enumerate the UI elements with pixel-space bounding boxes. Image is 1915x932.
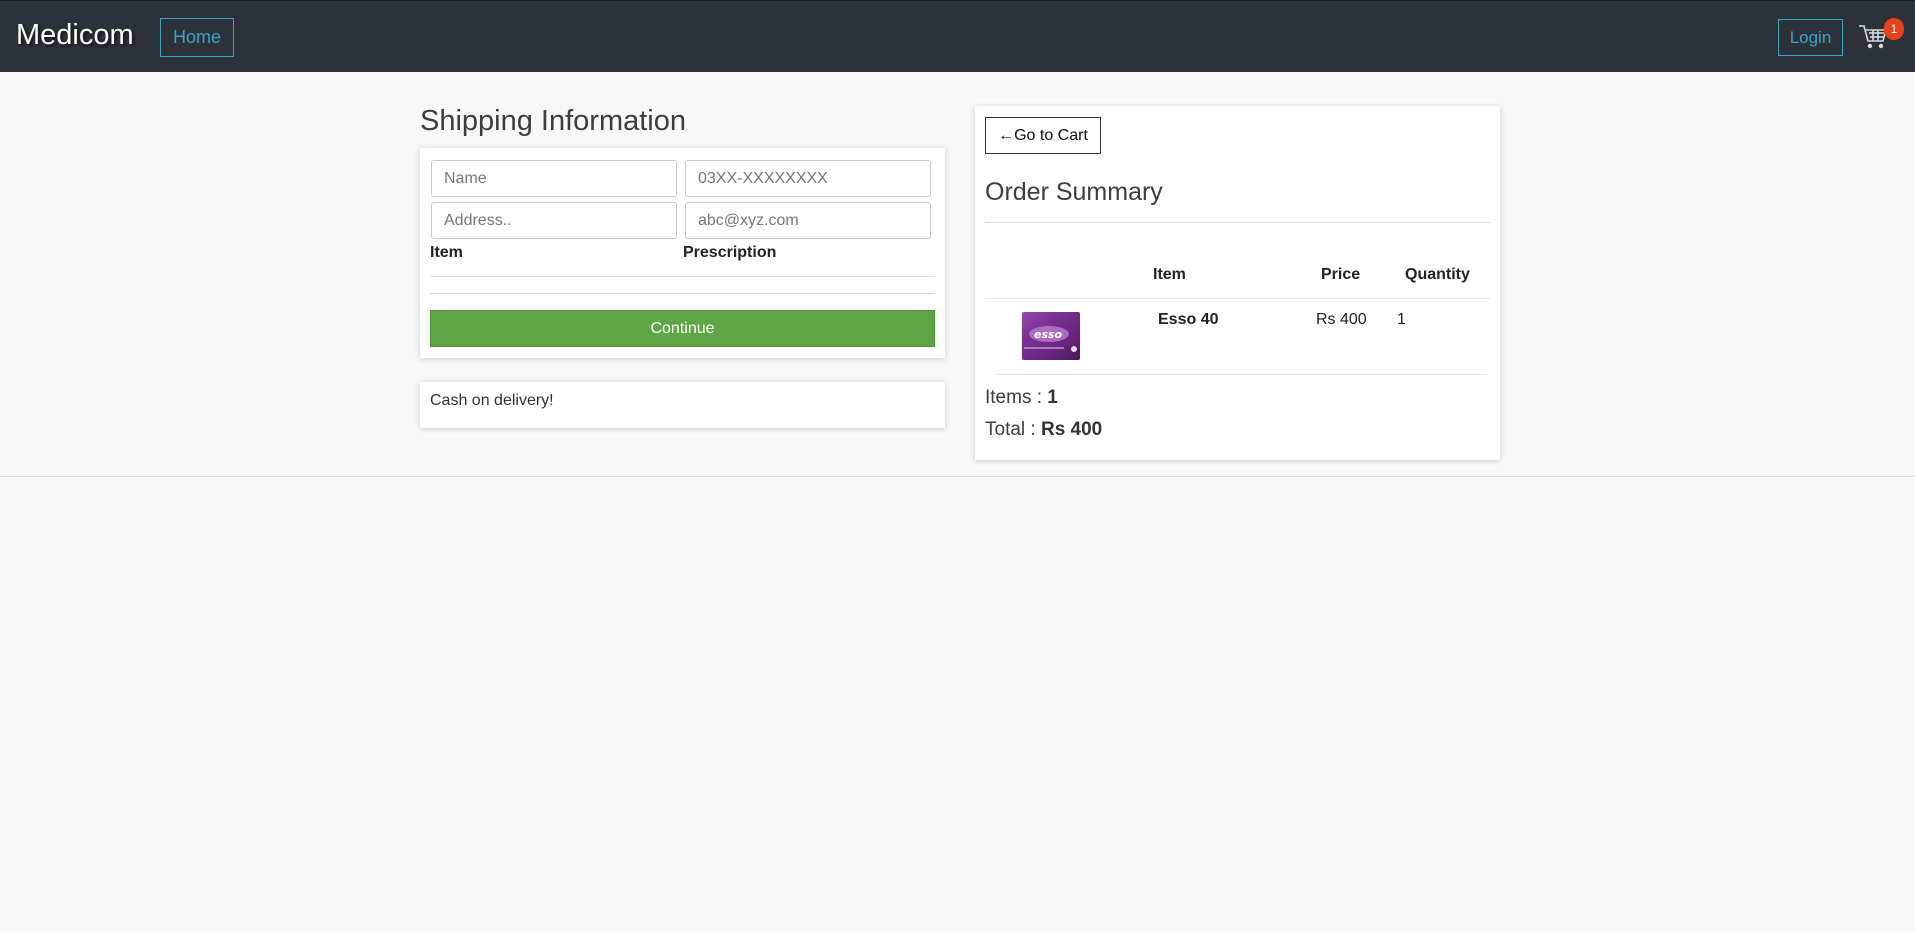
- column-header-item: Item: [1153, 266, 1186, 283]
- phone-input[interactable]: [685, 160, 931, 197]
- total-label: Total :: [985, 419, 1041, 440]
- page-divider: [0, 476, 1915, 477]
- divider: [430, 293, 935, 294]
- total-value: Rs 400: [1040, 419, 1103, 440]
- svg-text:esso: esso: [1034, 328, 1063, 341]
- items-count-line: Items : 1: [985, 387, 1058, 409]
- cart-count-badge: 1: [1884, 18, 1904, 40]
- divider: [985, 222, 1490, 223]
- brand-logo[interactable]: Medicom: [16, 19, 134, 52]
- divider: [430, 276, 935, 277]
- order-item-quantity: 1: [1397, 311, 1406, 328]
- payment-note: Cash on delivery!: [430, 392, 554, 409]
- prescription-column-label: Prescription: [683, 244, 777, 261]
- items-label: Items :: [985, 387, 1048, 408]
- email-input[interactable]: [685, 202, 931, 239]
- continue-button[interactable]: Continue: [430, 310, 935, 347]
- total-line: Total : Rs 400: [985, 419, 1102, 441]
- order-item-price: Rs 400: [1316, 311, 1367, 328]
- payment-method-card: Cash on delivery!: [420, 382, 945, 428]
- order-summary-card: ←Go to Cart Order Summary Item Price Qua…: [975, 106, 1500, 460]
- divider: [985, 298, 1490, 299]
- name-input[interactable]: [431, 160, 677, 197]
- column-header-quantity: Quantity: [1405, 266, 1470, 283]
- order-summary-title: Order Summary: [985, 178, 1163, 206]
- item-column-label: Item: [430, 244, 463, 261]
- shipping-title: Shipping Information: [420, 105, 686, 137]
- address-input[interactable]: [431, 202, 677, 239]
- column-header-price: Price: [1321, 266, 1361, 283]
- product-image: esso: [1022, 312, 1080, 360]
- shipping-form: Item Prescription Continue: [420, 148, 945, 358]
- home-button[interactable]: Home: [160, 18, 234, 57]
- go-to-cart-button[interactable]: ←Go to Cart: [985, 117, 1101, 154]
- items-count: 1: [1047, 387, 1058, 408]
- order-item-name: Esso 40: [1158, 311, 1219, 328]
- navbar: Medicom Home Login 1: [0, 0, 1915, 72]
- login-button[interactable]: Login: [1778, 19, 1843, 56]
- divider: [997, 374, 1487, 375]
